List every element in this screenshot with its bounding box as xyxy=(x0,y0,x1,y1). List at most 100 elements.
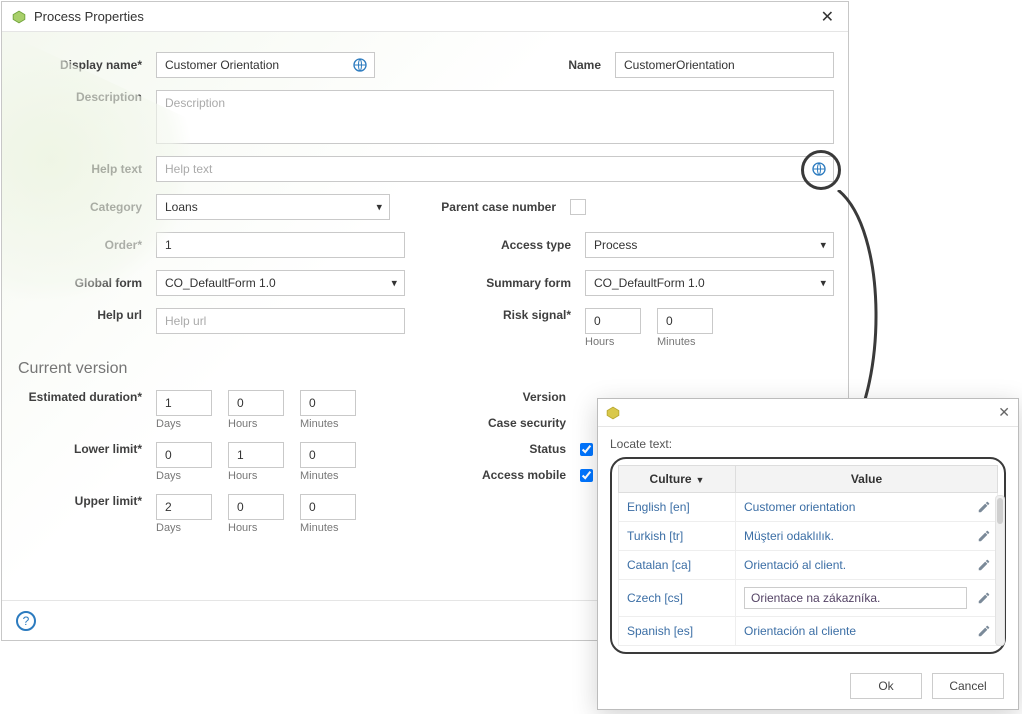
translations-table-wrap: Culture▼ Value English [en] Customer orie… xyxy=(610,457,1006,654)
app-logo-icon xyxy=(12,10,26,24)
unit-days: Days xyxy=(156,418,181,430)
value-cell[interactable]: Customer orientation xyxy=(735,493,997,522)
label-access-mobile: Access mobile xyxy=(440,468,580,482)
table-row: Catalan [ca] Orientació al client. xyxy=(619,551,998,580)
sort-desc-icon: ▼ xyxy=(696,475,705,485)
risk-minutes-input[interactable] xyxy=(657,308,713,334)
app-logo-icon xyxy=(606,406,620,420)
value-cell[interactable] xyxy=(735,580,997,617)
value-cell[interactable]: Orientación al cliente xyxy=(735,617,997,646)
col-culture[interactable]: Culture▼ xyxy=(619,466,736,493)
unit-days: Days xyxy=(156,470,181,482)
globe-icon[interactable] xyxy=(351,56,369,74)
value-text: Orientación al cliente xyxy=(744,624,856,638)
display-name-input[interactable] xyxy=(156,52,375,78)
table-row: English [en] Customer orientation xyxy=(619,493,998,522)
label-description: Description xyxy=(16,90,156,104)
order-input[interactable] xyxy=(156,232,405,258)
est-days-input[interactable] xyxy=(156,390,212,416)
value-cell[interactable]: Müşteri odaklılık. xyxy=(735,522,997,551)
culture-cell: Spanish [es] xyxy=(619,617,736,646)
label-version: Version xyxy=(440,390,580,404)
culture-cell: English [en] xyxy=(619,493,736,522)
culture-cell: Catalan [ca] xyxy=(619,551,736,580)
locate-text-dialog: ✕ Locate text: Culture▼ Value English [e… xyxy=(597,398,1019,710)
unit-minutes: Minutes xyxy=(300,418,339,430)
risk-hours-input[interactable] xyxy=(585,308,641,334)
cancel-button[interactable]: Cancel xyxy=(932,673,1004,699)
unit-minutes: Minutes xyxy=(300,470,339,482)
edit-icon[interactable] xyxy=(977,529,991,543)
name-input[interactable] xyxy=(615,52,834,78)
edit-icon[interactable] xyxy=(977,500,991,514)
est-minutes-input[interactable] xyxy=(300,390,356,416)
popup-titlebar: ✕ xyxy=(598,399,1018,427)
label-order: Order* xyxy=(16,238,156,252)
parent-case-checkbox[interactable] xyxy=(570,199,586,215)
value-text: Orientació al client. xyxy=(744,558,846,572)
value-cell[interactable]: Orientació al client. xyxy=(735,551,997,580)
help-text-input[interactable] xyxy=(156,156,834,182)
edit-icon[interactable] xyxy=(977,591,991,605)
value-edit-input[interactable] xyxy=(744,587,967,609)
table-row: Turkish [tr] Müşteri odaklılık. xyxy=(619,522,998,551)
decorative-bg xyxy=(2,33,221,352)
titlebar: Process Properties ✕ xyxy=(2,2,848,32)
unit-days: Days xyxy=(156,522,181,534)
unit-hours: Hours xyxy=(585,336,614,348)
global-form-select[interactable]: CO_DefaultForm 1.0 xyxy=(156,270,405,296)
value-text: Customer orientation xyxy=(744,500,855,514)
table-row: Czech [cs] xyxy=(619,580,998,617)
label-case-security: Case security xyxy=(440,416,580,430)
label-parent-case: Parent case number xyxy=(430,200,570,214)
unit-hours: Hours xyxy=(228,418,257,430)
edit-icon[interactable] xyxy=(977,558,991,572)
culture-cell: Czech [cs] xyxy=(619,580,736,617)
unit-hours: Hours xyxy=(228,522,257,534)
label-help-text: Help text xyxy=(16,162,156,176)
culture-cell: Turkish [tr] xyxy=(619,522,736,551)
popup-close-button[interactable]: ✕ xyxy=(998,404,1010,421)
edit-icon[interactable] xyxy=(977,624,991,638)
summary-form-select[interactable]: CO_DefaultForm 1.0 xyxy=(585,270,834,296)
description-textarea[interactable] xyxy=(156,90,834,144)
low-hours-input[interactable] xyxy=(228,442,284,468)
low-minutes-input[interactable] xyxy=(300,442,356,468)
col-value[interactable]: Value xyxy=(735,466,997,493)
section-current-version: Current version xyxy=(18,360,834,378)
table-row: Spanish [es] Orientación al cliente xyxy=(619,617,998,646)
value-text: Müşteri odaklılık. xyxy=(744,529,834,543)
ok-button[interactable]: Ok xyxy=(850,673,922,699)
close-button[interactable]: ✕ xyxy=(817,7,838,27)
up-minutes-input[interactable] xyxy=(300,494,356,520)
label-global-form: Global form xyxy=(16,276,156,290)
scroll-thumb[interactable] xyxy=(997,498,1003,524)
category-select[interactable]: Loans xyxy=(156,194,390,220)
label-summary-form: Summary form xyxy=(445,276,585,290)
label-lower-limit: Lower limit* xyxy=(16,442,156,456)
label-access-type: Access type xyxy=(445,238,585,252)
label-name: Name xyxy=(515,58,615,72)
globe-icon-helptext[interactable] xyxy=(810,160,828,178)
window-title: Process Properties xyxy=(34,9,817,24)
unit-hours: Hours xyxy=(228,470,257,482)
popup-footer: Ok Cancel xyxy=(850,673,1004,699)
translations-table: Culture▼ Value English [en] Customer orie… xyxy=(618,465,998,646)
status-checkbox[interactable] xyxy=(580,443,593,456)
help-url-input[interactable] xyxy=(156,308,405,334)
up-hours-input[interactable] xyxy=(228,494,284,520)
access-type-select[interactable]: Process xyxy=(585,232,834,258)
unit-minutes: Minutes xyxy=(657,336,696,348)
label-risk-signal: Risk signal* xyxy=(445,308,585,322)
locate-text-label: Locate text: xyxy=(610,437,1006,451)
access-mobile-checkbox[interactable] xyxy=(580,469,593,482)
label-help-url: Help url xyxy=(16,308,156,322)
label-status: Status xyxy=(440,442,580,456)
up-days-input[interactable] xyxy=(156,494,212,520)
est-hours-input[interactable] xyxy=(228,390,284,416)
label-category: Category xyxy=(16,200,156,214)
label-upper-limit: Upper limit* xyxy=(16,494,156,508)
table-scrollbar[interactable] xyxy=(995,495,1005,646)
help-icon[interactable]: ? xyxy=(16,611,36,631)
low-days-input[interactable] xyxy=(156,442,212,468)
